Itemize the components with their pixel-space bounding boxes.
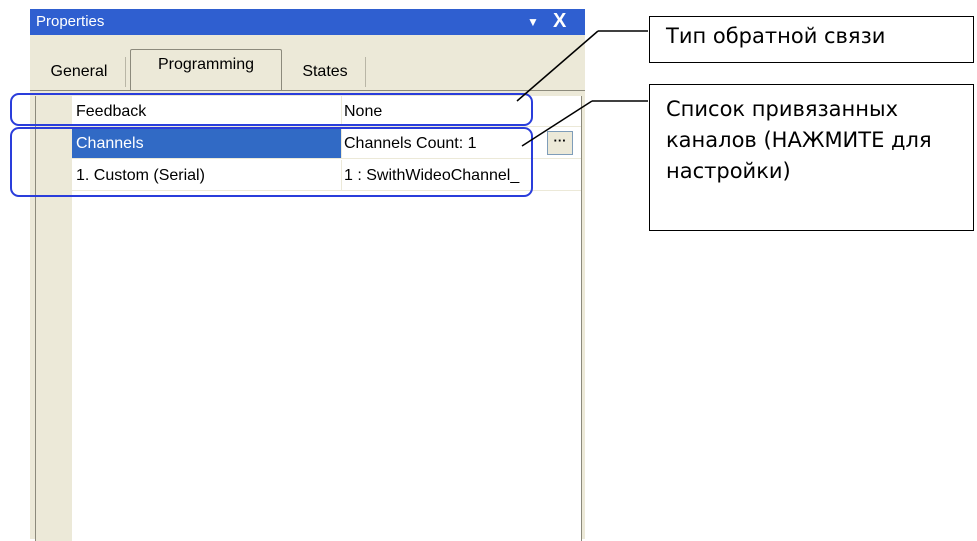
- tab-strip: General Programming States: [30, 35, 585, 97]
- tab-divider: [30, 90, 585, 91]
- callout-channels-list: Список привязанных каналов (НАЖМИТЕ для …: [649, 84, 974, 231]
- title-bar: Properties ▼ X: [30, 9, 585, 35]
- tab-programming[interactable]: Programming: [130, 49, 282, 90]
- dropdown-arrow-icon[interactable]: ▼: [527, 9, 539, 35]
- properties-panel: Properties ▼ X General Programming State…: [30, 9, 585, 541]
- channels-highlight: [10, 127, 533, 197]
- window-title: Properties: [36, 13, 105, 30]
- callout-feedback-type: Тип обратной связи: [649, 16, 974, 63]
- ellipsis-button[interactable]: ···: [547, 131, 573, 155]
- close-icon[interactable]: X: [553, 8, 566, 34]
- tab-states[interactable]: States: [285, 57, 366, 87]
- tab-general[interactable]: General: [33, 57, 126, 87]
- feedback-highlight: [10, 93, 533, 126]
